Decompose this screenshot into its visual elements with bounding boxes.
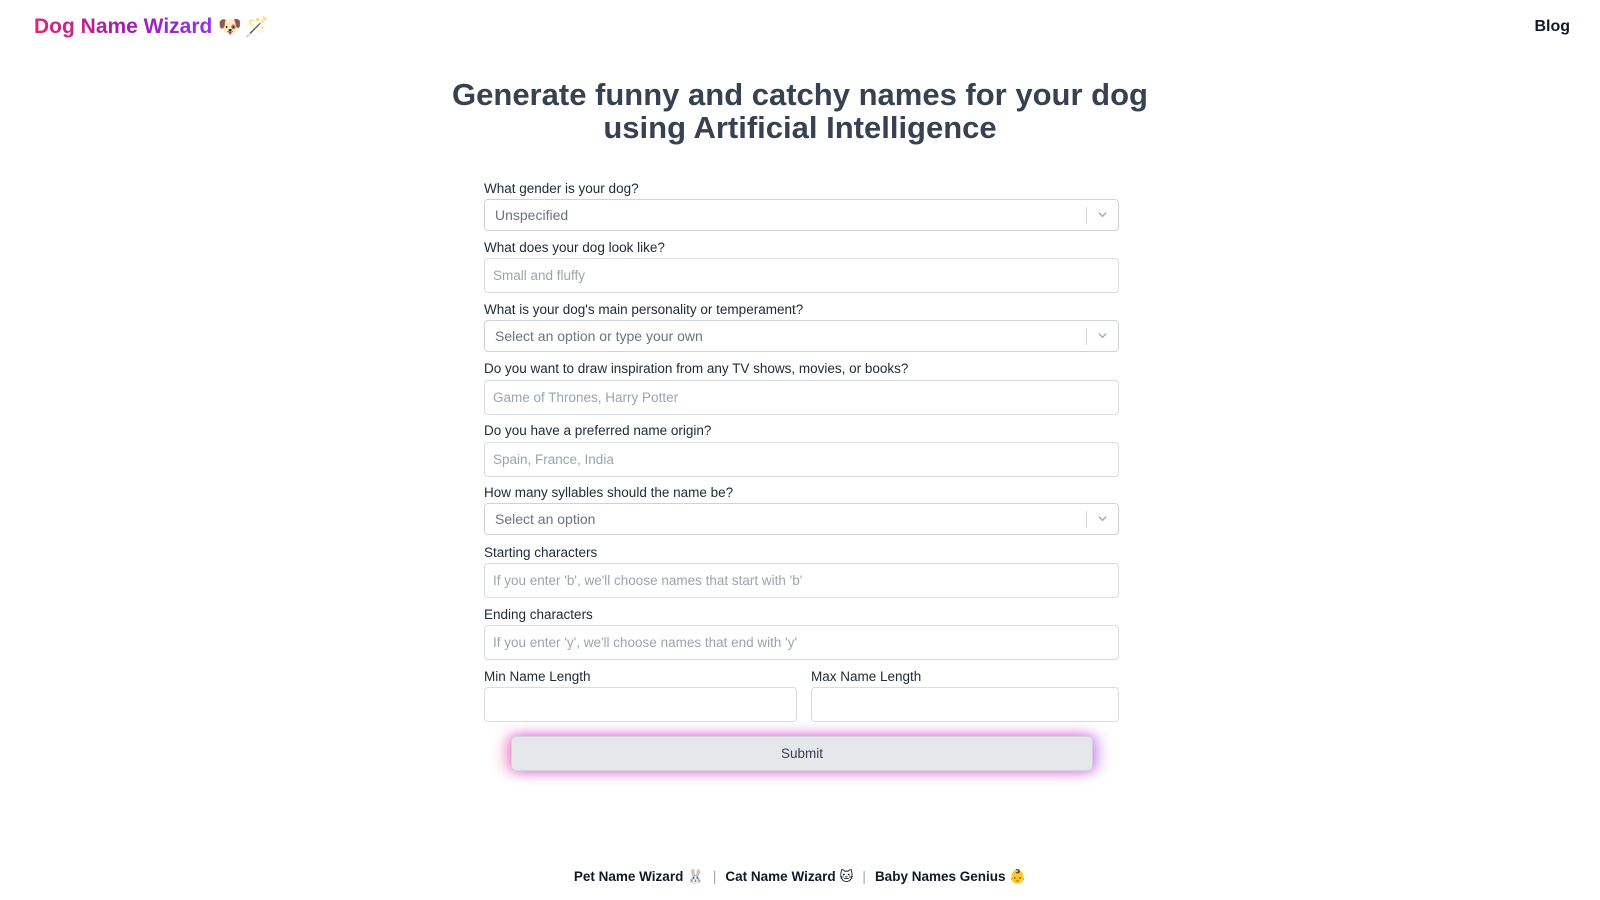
cat-name-wizard-label: Cat Name Wizard: [725, 869, 836, 884]
select-separator: [1086, 328, 1087, 345]
personality-label: What is your dog's main personality or t…: [484, 302, 804, 317]
min-length-input[interactable]: [484, 687, 797, 722]
dog-face-icon: 🐶: [218, 17, 242, 38]
baby-names-genius-label: Baby Names Genius: [874, 869, 1006, 884]
page-title: Generate funny and catchy names for your…: [452, 77, 1148, 145]
starting-characters-input[interactable]: [484, 563, 1119, 598]
max-length-label: Max Name Length: [811, 669, 922, 684]
starting-characters-label: Starting characters: [484, 545, 598, 560]
syllables-select-value: Select an option: [495, 511, 596, 527]
gender-label: What gender is your dog?: [484, 181, 639, 196]
footer-links: Pet Name Wizard 🐰 | Cat Name Wizard 🐱 | Baby…: [0, 869, 1600, 885]
cat-name-wizard-link[interactable]: Cat Name Wizard 🐱: [725, 869, 853, 884]
personality-select[interactable]: Select an option or type your own: [484, 320, 1119, 352]
magic-wand-icon: 🪄: [245, 17, 269, 38]
top-navbar: Dog Name Wizard 🐶 🪄 Blog: [0, 0, 1600, 58]
chevron-down-icon[interactable]: [1098, 210, 1107, 219]
looks-label: What does your dog look like?: [484, 240, 665, 255]
gender-select-value: Unspecified: [495, 207, 569, 223]
syllables-label: How many syllables should the name be?: [484, 485, 734, 500]
footer-separator: |: [862, 869, 866, 884]
cat-face-icon: 🐱: [839, 869, 854, 884]
submit-button[interactable]: Submit: [511, 736, 1093, 771]
pet-name-wizard-label: Pet Name Wizard: [573, 869, 684, 884]
footer-separator: |: [712, 869, 717, 884]
brand-logo-link[interactable]: Dog Name Wizard: [34, 15, 212, 39]
inspiration-label: Do you want to draw inspiration from any…: [484, 361, 909, 376]
gender-select[interactable]: Unspecified: [484, 199, 1119, 231]
origin-input[interactable]: [484, 442, 1119, 477]
inspiration-input[interactable]: [484, 380, 1119, 415]
blog-link[interactable]: Blog: [1534, 18, 1570, 36]
pet-name-wizard-link[interactable]: Pet Name Wizard 🐰: [574, 869, 704, 884]
rabbit-icon: 🐰: [687, 869, 704, 884]
origin-label: Do you have a preferred name origin?: [484, 423, 712, 438]
chevron-down-icon[interactable]: [1098, 514, 1107, 523]
max-length-input[interactable]: [811, 687, 1119, 722]
select-separator: [1086, 207, 1087, 224]
ending-characters-label: Ending characters: [484, 607, 593, 622]
looks-input[interactable]: [484, 258, 1119, 293]
personality-select-value: Select an option or type your own: [495, 328, 703, 344]
chevron-down-icon[interactable]: [1098, 331, 1107, 340]
min-length-label: Min Name Length: [484, 669, 591, 684]
baby-names-genius-link[interactable]: Baby Names Genius 👶: [875, 869, 1026, 884]
select-separator: [1086, 511, 1087, 528]
syllables-select[interactable]: Select an option: [484, 503, 1119, 535]
baby-icon: 👶: [1009, 869, 1027, 884]
ending-characters-input[interactable]: [484, 625, 1119, 660]
